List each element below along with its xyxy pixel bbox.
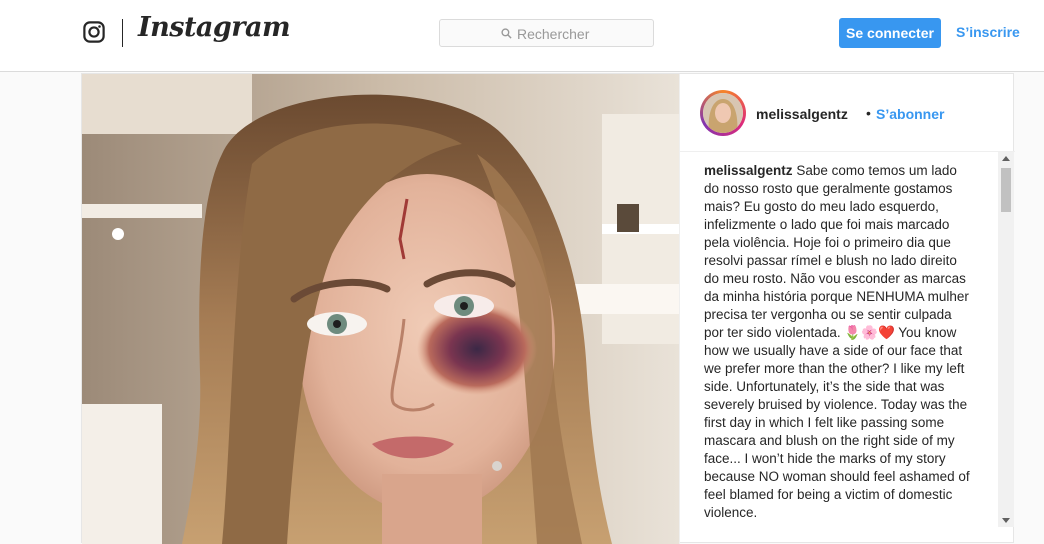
instagram-wordmark[interactable]: Instagram bbox=[138, 12, 291, 43]
search-placeholder: Rechercher bbox=[517, 26, 590, 42]
scroll-thumb[interactable] bbox=[1001, 168, 1011, 212]
caption: melissalgentz Sabe como temos um lado do… bbox=[704, 162, 974, 524]
separator-dot: • bbox=[866, 105, 871, 121]
search-input[interactable]: Rechercher bbox=[439, 19, 654, 47]
avatar[interactable] bbox=[700, 90, 746, 136]
caption-text: Sabe como temos um lado do nosso rosto q… bbox=[704, 163, 970, 520]
post-sidebar: melissalgentz • S’abonner melissalgentz … bbox=[679, 74, 1015, 544]
post-card: melissalgentz • S’abonner melissalgentz … bbox=[81, 73, 1015, 544]
signup-link[interactable]: S’inscrire bbox=[956, 24, 1020, 40]
login-button[interactable]: Se connecter bbox=[839, 18, 941, 48]
post-photo[interactable] bbox=[82, 74, 679, 544]
caption-username[interactable]: melissalgentz bbox=[704, 163, 793, 178]
scroll-down-arrow-icon[interactable] bbox=[1002, 518, 1010, 523]
caption-scrollbar[interactable] bbox=[998, 152, 1014, 527]
post-header: melissalgentz • S’abonner bbox=[680, 74, 1015, 152]
follow-button[interactable]: S’abonner bbox=[876, 106, 944, 122]
instagram-glyph-icon[interactable] bbox=[83, 21, 105, 43]
top-bar: Instagram Rechercher Se connecter S’insc… bbox=[0, 0, 1044, 72]
search-icon bbox=[501, 28, 512, 39]
scroll-up-arrow-icon[interactable] bbox=[1002, 156, 1010, 161]
logo-divider bbox=[122, 19, 123, 47]
author-username[interactable]: melissalgentz bbox=[756, 106, 848, 122]
